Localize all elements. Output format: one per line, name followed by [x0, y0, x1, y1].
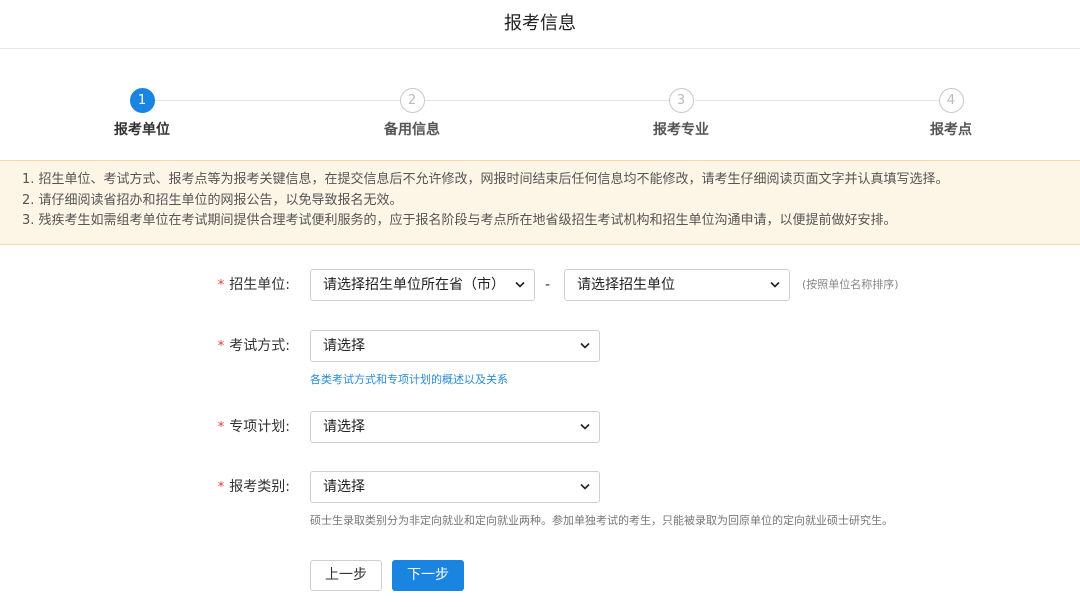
unit-label-text: 招生单位:	[229, 277, 290, 293]
next-step-button[interactable]: 下一步	[392, 560, 464, 591]
category-label: * 报考类别:	[218, 471, 290, 503]
required-mark: *	[217, 480, 225, 495]
step-label: 备用信息	[384, 122, 440, 138]
prev-step-button[interactable]: 上一步	[310, 560, 382, 591]
exam-method-label-text: 考试方式:	[229, 338, 290, 354]
required-mark: *	[217, 339, 225, 354]
special-plan-label: * 专项计划:	[218, 411, 290, 443]
unit-label: * 招生单位:	[218, 269, 290, 301]
unit-select[interactable]: 请选择招生单位	[564, 269, 790, 301]
province-select-value: 请选择招生单位所在省（市）	[323, 277, 505, 293]
step-number: 4	[938, 88, 964, 113]
special-plan-row: * 专项计划: 请选择	[0, 411, 1080, 443]
unit-row: * 招生单位: 请选择招生单位所在省（市） - 请选择招生单位 (按照单位名称排序…	[0, 269, 1080, 301]
step-4: 4 报考点	[891, 88, 1011, 139]
category-select-value: 请选择	[323, 479, 365, 495]
chevron-down-icon	[770, 281, 780, 288]
chevron-down-icon	[580, 423, 590, 430]
step-number: 3	[668, 88, 694, 113]
page-title: 报考信息	[504, 13, 576, 34]
step-number: 2	[399, 88, 425, 113]
step-2: 2 备用信息	[352, 88, 472, 139]
chevron-down-icon	[515, 281, 525, 288]
category-row: * 报考类别: 请选择	[0, 471, 1080, 503]
chevron-down-icon	[580, 483, 590, 490]
page-header: 报考信息	[0, 0, 1080, 49]
notice-box: 1. 招生单位、考试方式、报考点等为报考关键信息，在提交信息后不允许修改，网报时…	[0, 160, 1080, 245]
step-1: 1 报考单位	[82, 88, 202, 139]
notice-line: 3. 残疾考生如需组考单位在考试期间提供合理考试便利服务的，应于报名阶段与考点所…	[22, 213, 897, 228]
progress-stepper: 1 报考单位 2 备用信息 3 报考专业 4 报考点	[0, 88, 1080, 138]
unit-select-value: 请选择招生单位	[577, 277, 675, 293]
required-mark: *	[217, 420, 225, 435]
special-plan-select[interactable]: 请选择	[310, 411, 600, 443]
category-select[interactable]: 请选择	[310, 471, 600, 503]
step-label: 报考点	[930, 122, 972, 138]
step-label: 报考专业	[653, 122, 709, 138]
exam-method-row: * 考试方式: 请选择	[0, 330, 1080, 362]
step-number: 1	[129, 88, 155, 113]
separator-dash: -	[545, 277, 551, 293]
notice-line: 1. 招生单位、考试方式、报考点等为报考关键信息，在提交信息后不允许修改，网报时…	[22, 172, 949, 187]
exam-method-help-link[interactable]: 各类考试方式和专项计划的概述以及关系	[310, 371, 508, 387]
province-select[interactable]: 请选择招生单位所在省（市）	[310, 269, 535, 301]
step-3: 3 报考专业	[621, 88, 741, 139]
category-label-text: 报考类别:	[229, 479, 290, 495]
chevron-down-icon	[580, 342, 590, 349]
notice-line: 2. 请仔细阅读省招办和招生单位的网报公告，以免导致报名无效。	[22, 192, 403, 208]
exam-method-select-value: 请选择	[323, 338, 365, 354]
unit-sort-hint: (按照单位名称排序)	[802, 278, 899, 291]
required-mark: *	[217, 278, 225, 293]
special-plan-select-value: 请选择	[323, 419, 365, 435]
special-plan-label-text: 专项计划:	[229, 419, 290, 435]
exam-method-label: * 考试方式:	[218, 330, 290, 362]
exam-method-select[interactable]: 请选择	[310, 330, 600, 362]
step-label: 报考单位	[114, 122, 170, 138]
category-help-text: 硕士生录取类别分为非定向就业和定向就业两种。参加单独考试的考生，只能被录取为回原…	[310, 514, 893, 527]
